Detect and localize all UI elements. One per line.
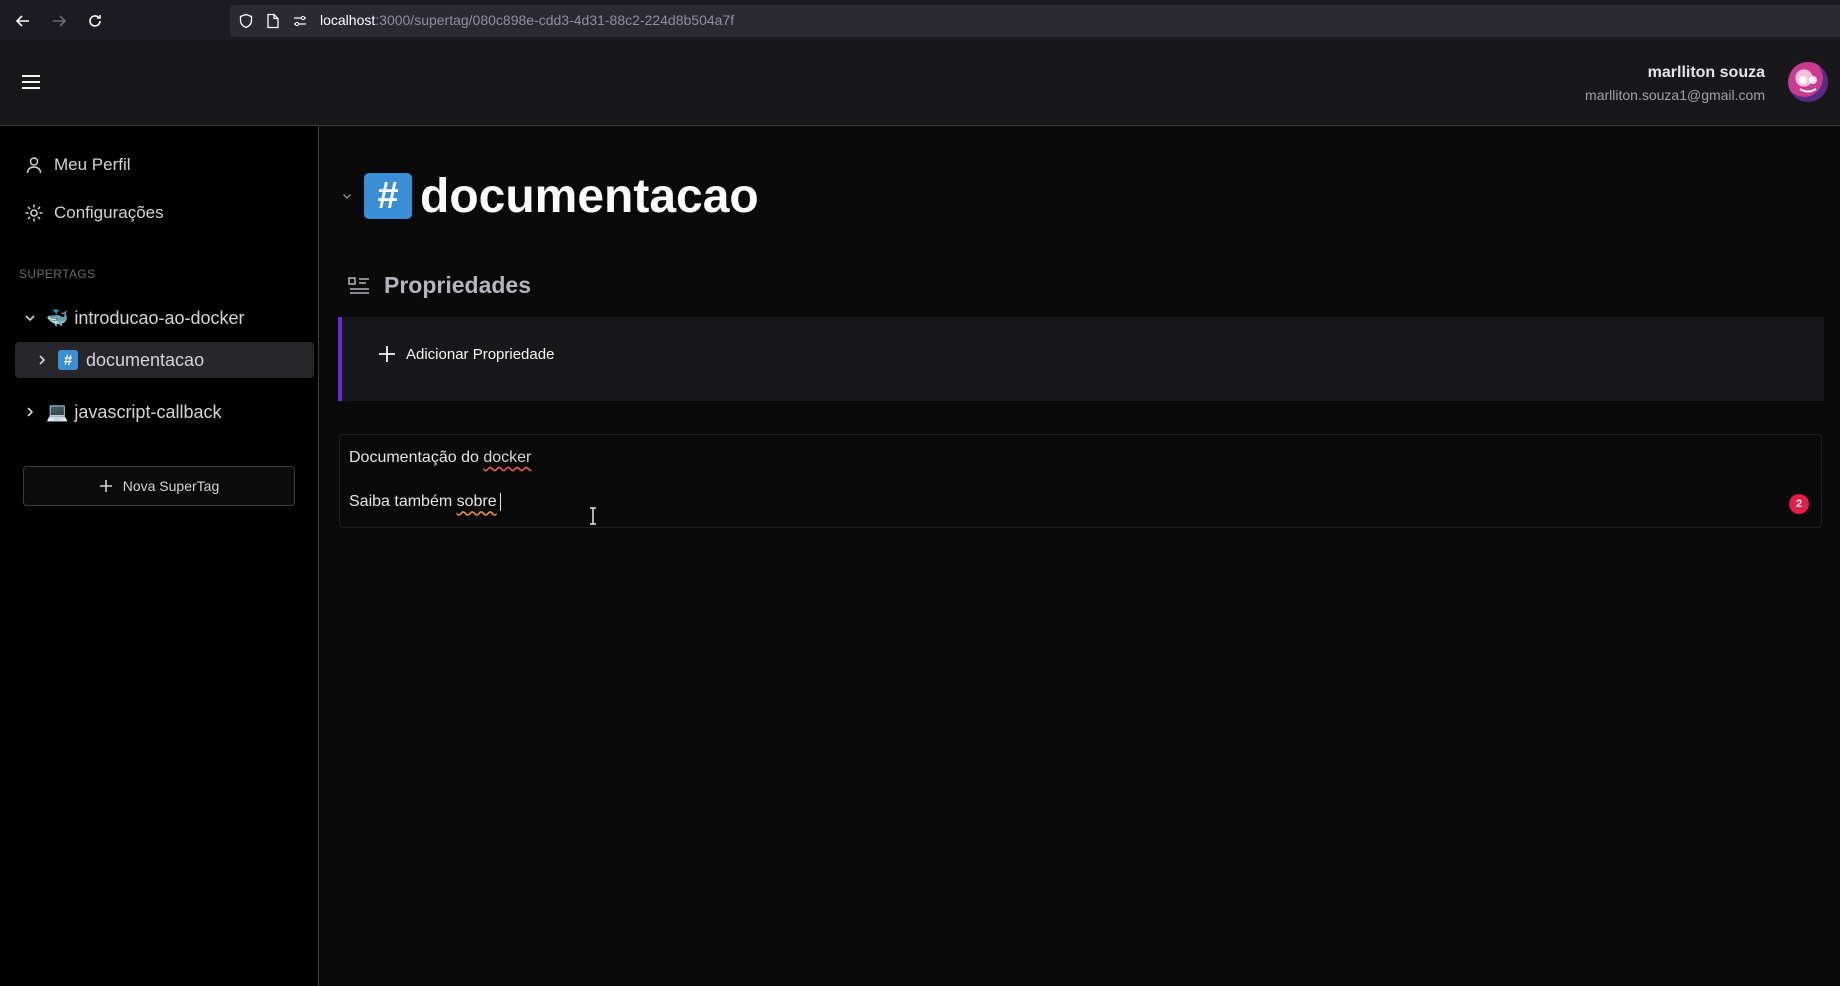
- page-title[interactable]: documentacao: [420, 169, 759, 224]
- permissions-icon[interactable]: [292, 13, 308, 29]
- tree-item-documentacao[interactable]: # documentacao: [15, 342, 314, 378]
- page-icon: [267, 13, 279, 29]
- sidebar-item-settings[interactable]: Configurações: [24, 199, 164, 227]
- whale-icon: 🐳: [46, 307, 69, 328]
- url-bar[interactable]: localhost:3000/supertag/080c898e-cdd3-4d…: [230, 5, 1840, 37]
- editor-line[interactable]: Saiba também sobre: [349, 493, 501, 511]
- tree-item-label: introducao-ao-docker: [74, 307, 245, 328]
- flagged-word[interactable]: sobre: [457, 493, 497, 510]
- shield-icon[interactable]: [238, 13, 254, 29]
- user-icon: [26, 157, 42, 174]
- forward-arrow-icon[interactable]: [48, 10, 70, 32]
- chevron-right-icon[interactable]: [34, 352, 50, 368]
- new-supertag-label: Nova SuperTag: [122, 478, 220, 494]
- tree-item-label: documentacao: [86, 349, 205, 370]
- editor-text: Saiba também: [349, 493, 457, 511]
- sidebar-item-label: Meu Perfil: [54, 155, 131, 174]
- chevron-down-icon[interactable]: [340, 189, 354, 203]
- user-email: marlliton.souza1@gmail.com: [1585, 87, 1765, 103]
- gear-icon: [25, 204, 43, 222]
- chevron-right-icon[interactable]: [22, 404, 38, 420]
- content-editor[interactable]: Documentação do docker Saiba também sobr…: [339, 434, 1822, 528]
- browser-toolbar: localhost:3000/supertag/080c898e-cdd3-4d…: [0, 0, 1840, 41]
- url-text[interactable]: localhost:3000/supertag/080c898e-cdd3-4d…: [320, 12, 734, 28]
- hash-icon: #: [364, 173, 412, 219]
- sidebar: Meu Perfil Configurações SUPERTAGS 🐳 int…: [0, 126, 319, 986]
- back-arrow-icon[interactable]: [12, 10, 34, 32]
- url-path: :3000/supertag/080c898e-cdd3-4d31-88c2-2…: [375, 12, 735, 28]
- add-property-button[interactable]: Adicionar Propriedade: [378, 345, 554, 363]
- add-property-label: Adicionar Propriedade: [406, 345, 555, 363]
- user-name: marlliton souza: [1647, 64, 1765, 81]
- properties-list-icon: [348, 276, 369, 294]
- tree-item-label: javascript-callback: [74, 401, 222, 422]
- sidebar-item-label: Configurações: [54, 203, 164, 222]
- text-cursor-icon: [590, 507, 596, 525]
- avatar[interactable]: [1788, 62, 1828, 102]
- app-header: marlliton souza marlliton.souza1@gmail.c…: [0, 40, 1840, 126]
- properties-title: Propriedades: [384, 272, 531, 298]
- laptop-icon: 💻: [46, 401, 69, 422]
- hash-icon: #: [58, 350, 78, 370]
- hamburger-menu-icon[interactable]: [20, 73, 42, 91]
- error-count-badge[interactable]: 2: [1789, 494, 1809, 514]
- text-caret: [499, 493, 501, 511]
- properties-header: Propriedades: [348, 272, 531, 299]
- tree-item-introducao-ao-docker[interactable]: 🐳 introducao-ao-docker: [22, 304, 245, 332]
- sidebar-item-profile[interactable]: Meu Perfil: [24, 151, 131, 179]
- properties-panel: Adicionar Propriedade: [338, 317, 1824, 401]
- page-title-row: # documentacao: [340, 168, 759, 224]
- new-supertag-button[interactable]: Nova SuperTag: [23, 466, 295, 506]
- misspelled-word[interactable]: docker: [483, 449, 531, 466]
- tree-item-javascript-callback[interactable]: 💻 javascript-callback: [22, 398, 221, 426]
- url-host: localhost: [320, 12, 376, 28]
- plus-icon: [379, 346, 395, 362]
- supertags-section-label: SUPERTAGS: [19, 267, 96, 281]
- editor-line[interactable]: Documentação do docker: [349, 449, 531, 467]
- editor-text: Documentação do: [349, 449, 484, 466]
- plus-icon: [99, 480, 112, 492]
- reload-icon[interactable]: [84, 10, 106, 32]
- chevron-down-icon[interactable]: [22, 310, 38, 326]
